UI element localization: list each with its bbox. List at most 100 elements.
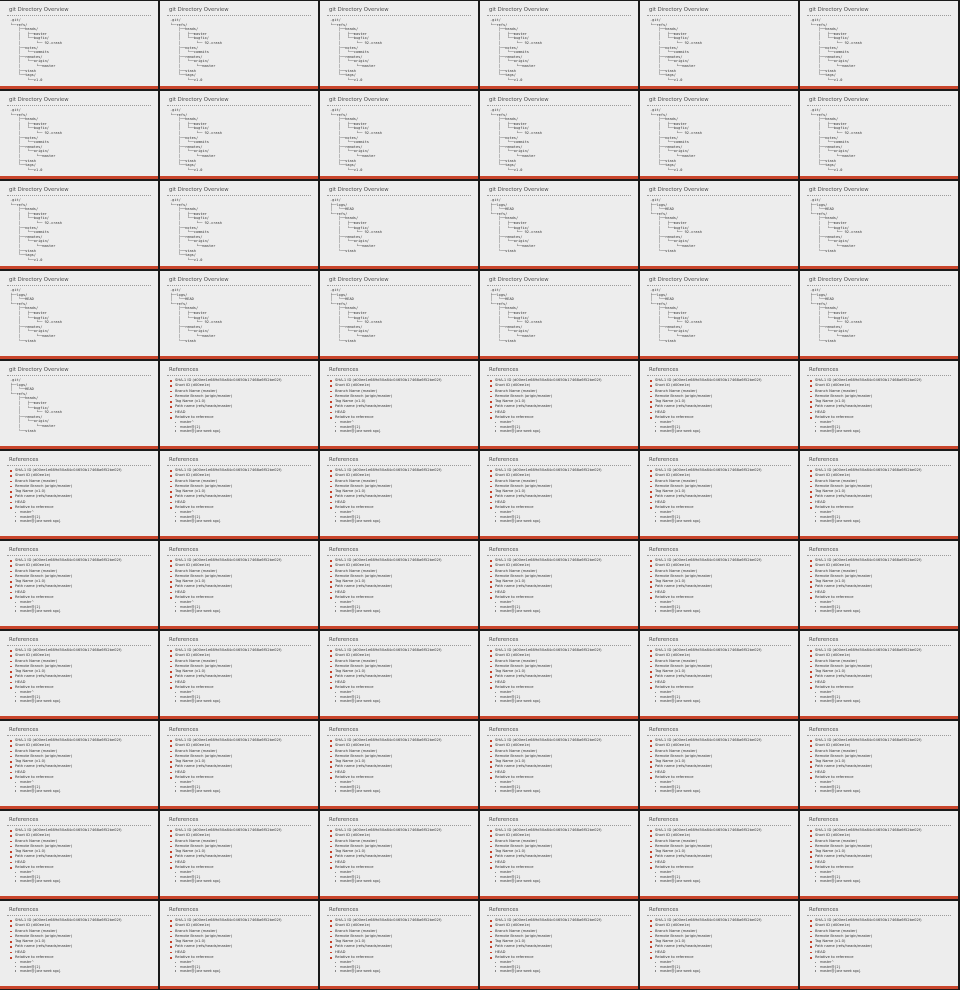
slide-thumbnail[interactable]: git Directory Overview .git/├──logs/│ └──… [320,271,478,359]
slide-thumbnail[interactable]: References SHA-1 ID (d00ee1e689d50a84c046… [160,451,318,539]
slide-thumbnail[interactable]: git Directory Overview .git/├──logs/│ └──… [800,271,958,359]
slide-thumbnail[interactable]: git Directory Overview .git/└──refs/ ├──h… [800,1,958,89]
slide-thumbnail[interactable]: git Directory Overview .git/├──logs/│ └──… [640,271,798,359]
slide-thumbnail[interactable]: git Directory Overview .git/└──refs/ ├──h… [0,1,158,89]
slide-thumbnail[interactable]: git Directory Overview .git/├──logs/│ └──… [640,181,798,269]
slide-thumbnail[interactable]: References SHA-1 ID (d00ee1e689d50a84c046… [640,901,798,989]
slide-thumbnail[interactable]: References SHA-1 ID (d00ee1e689d50a84c046… [800,811,958,899]
slide-thumbnail[interactable]: References SHA-1 ID (d00ee1e689d50a84c046… [160,631,318,719]
slide-thumbnail[interactable]: git Directory Overview .git/└──refs/ ├──h… [480,1,638,89]
slide-thumbnail[interactable]: References SHA-1 ID (d00ee1e689d50a84c046… [0,541,158,629]
slide-thumbnail[interactable]: References SHA-1 ID (d00ee1e689d50a84c046… [480,811,638,899]
reference-text: Short ID (d00ee1e) [335,653,371,658]
slide-thumbnail[interactable]: git Directory Overview .git/├──logs/│ └──… [320,181,478,269]
bullet-icon [170,930,172,933]
slide-thumbnail[interactable]: References SHA-1 ID (d00ee1e689d50a84c046… [800,451,958,539]
reference-text: Remote Branch (origin/master) [495,393,553,398]
bullet-icon [650,946,652,949]
slide-title: References [9,637,39,643]
bullet-icon [490,650,492,652]
slide-title: References [649,817,679,823]
bullet-icon [175,430,177,432]
slide-thumbnail[interactable]: References SHA-1 ID (d00ee1e689d50a84c046… [640,451,798,539]
slide-thumbnail[interactable]: References SHA-1 ID (d00ee1e689d50a84c046… [640,541,798,629]
bullet-icon [650,676,652,679]
reference-text: HEAD [175,859,186,864]
slide-thumbnail[interactable]: References SHA-1 ID (d00ee1e689d50a84c046… [0,721,158,809]
slide-thumbnail[interactable]: git Directory Overview .git/├──logs/│ └──… [480,271,638,359]
slide-thumbnail[interactable]: References SHA-1 ID (d00ee1e689d50a84c046… [0,811,158,899]
slide-thumbnail[interactable]: References SHA-1 ID (d00ee1e689d50a84c046… [480,721,638,809]
reference-text: HEAD [175,679,186,684]
bullet-icon [490,586,492,589]
slide-thumbnail[interactable]: git Directory Overview .git/└──refs/ ├──h… [160,181,318,269]
slide-thumbnail[interactable]: References SHA-1 ID (d00ee1e689d50a84c046… [320,811,478,899]
slide-thumbnail[interactable]: References SHA-1 ID (d00ee1e689d50a84c046… [480,541,638,629]
title-divider [7,105,151,106]
slide-thumbnail[interactable]: References SHA-1 ID (d00ee1e689d50a84c046… [800,901,958,989]
bullet-icon [170,750,172,753]
slide-thumbnail[interactable]: References SHA-1 ID (d00ee1e689d50a84c046… [160,901,318,989]
footer-bar [800,806,958,809]
slide-thumbnail[interactable]: git Directory Overview .git/└──refs/ ├──h… [320,1,478,89]
reference-text: Relative to reference [495,865,534,870]
slide-thumbnail[interactable]: References SHA-1 ID (d00ee1e689d50a84c046… [0,631,158,719]
slide-thumbnail[interactable]: References SHA-1 ID (d00ee1e689d50a84c046… [480,451,638,539]
reference-list: SHA-1 ID (d00ee1e689d50a84c04650b17468a6… [330,558,472,621]
slide-thumbnail[interactable]: git Directory Overview .git/└──refs/ ├──h… [0,91,158,179]
slide-thumbnail[interactable]: References SHA-1 ID (d00ee1e689d50a84c046… [160,811,318,899]
slide-thumbnail[interactable]: References SHA-1 ID (d00ee1e689d50a84c046… [320,901,478,989]
slide-thumbnail[interactable]: References SHA-1 ID (d00ee1e689d50a84c046… [800,721,958,809]
bullet-icon [650,755,652,758]
slide-thumbnail[interactable]: References SHA-1 ID (d00ee1e689d50a84c046… [320,451,478,539]
slide-thumbnail[interactable]: git Directory Overview .git/└──refs/ ├──h… [160,1,318,89]
slide-thumbnail[interactable]: git Directory Overview .git/└──refs/ ├──h… [160,91,318,179]
slide-thumbnail[interactable]: git Directory Overview .git/└──refs/ ├──h… [640,91,798,179]
reference-text: Branch Name (master) [815,388,858,393]
bullet-icon [170,840,172,843]
slide-title: git Directory Overview [169,7,229,13]
slide-thumbnail[interactable]: git Directory Overview .git/├──logs/│ └──… [160,271,318,359]
slide-thumbnail[interactable]: References SHA-1 ID (d00ee1e689d50a84c046… [320,541,478,629]
slide-thumbnail[interactable]: References SHA-1 ID (d00ee1e689d50a84c046… [160,721,318,809]
reference-text: Branch Name (master) [495,928,538,933]
footer-bar [320,896,478,899]
slide-thumbnail[interactable]: References SHA-1 ID (d00ee1e689d50a84c046… [480,901,638,989]
slide-thumbnail[interactable]: References SHA-1 ID (d00ee1e689d50a84c046… [480,631,638,719]
slide-thumbnail[interactable]: git Directory Overview .git/├──logs/│ └──… [0,271,158,359]
slide-thumbnail[interactable]: References SHA-1 ID (d00ee1e689d50a84c046… [320,721,478,809]
slide-thumbnail[interactable]: git Directory Overview .git/├──logs/│ └──… [0,361,158,449]
slide-thumbnail[interactable]: git Directory Overview .git/├──logs/│ └──… [800,181,958,269]
slide-thumbnail[interactable]: References SHA-1 ID (d00ee1e689d50a84c046… [320,361,478,449]
tree-node: └──v1.0 [330,167,363,172]
slide-thumbnail[interactable]: References SHA-1 ID (d00ee1e689d50a84c046… [800,541,958,629]
slide-thumbnail[interactable]: References SHA-1 ID (d00ee1e689d50a84c046… [640,631,798,719]
slide-thumbnail[interactable]: References SHA-1 ID (d00ee1e689d50a84c046… [0,451,158,539]
bullet-icon [490,570,492,573]
slide-thumbnail[interactable]: git Directory Overview .git/└──refs/ ├──h… [480,91,638,179]
slide-thumbnail[interactable]: References SHA-1 ID (d00ee1e689d50a84c046… [320,631,478,719]
slide-thumbnail[interactable]: References SHA-1 ID (d00ee1e689d50a84c046… [160,541,318,629]
slide-thumbnail[interactable]: References SHA-1 ID (d00ee1e689d50a84c046… [800,631,958,719]
slide-thumbnail[interactable]: References SHA-1 ID (d00ee1e689d50a84c046… [800,361,958,449]
slide-thumbnail[interactable]: References SHA-1 ID (d00ee1e689d50a84c046… [640,811,798,899]
slide-thumbnail[interactable]: References SHA-1 ID (d00ee1e689d50a84c046… [640,361,798,449]
slide-thumbnail[interactable]: git Directory Overview .git/└──refs/ ├──h… [800,91,958,179]
bullet-icon [10,930,12,933]
slide-thumbnail[interactable]: git Directory Overview .git/├──logs/│ └──… [480,181,638,269]
slide-thumbnail[interactable]: References SHA-1 ID (d00ee1e689d50a84c046… [160,361,318,449]
slide-thumbnail[interactable]: References SHA-1 ID (d00ee1e689d50a84c046… [480,361,638,449]
bullet-icon [815,422,817,424]
reference-text: Path name (refs/heads/master) [335,764,393,769]
footer-bar [640,446,798,449]
slide-thumbnail[interactable]: References SHA-1 ID (d00ee1e689d50a84c046… [640,721,798,809]
slide-thumbnail[interactable]: git Directory Overview .git/└──refs/ ├──h… [640,1,798,89]
directory-tree: .git/├──logs/│ └──HEAD └──refs/ ├──heads/… [330,288,472,351]
reference-item: master@{one week ago} [170,429,312,433]
footer-bar [800,86,958,89]
reference-text: HEAD [815,499,826,504]
slide-thumbnail[interactable]: References SHA-1 ID (d00ee1e689d50a84c046… [0,901,158,989]
slide-thumbnail[interactable]: git Directory Overview .git/└──refs/ ├──h… [320,91,478,179]
reference-text: SHA-1 ID (d00ee1e689d50a84c04650b17468a6… [335,468,442,472]
slide-thumbnail[interactable]: git Directory Overview .git/└──refs/ ├──h… [0,181,158,269]
